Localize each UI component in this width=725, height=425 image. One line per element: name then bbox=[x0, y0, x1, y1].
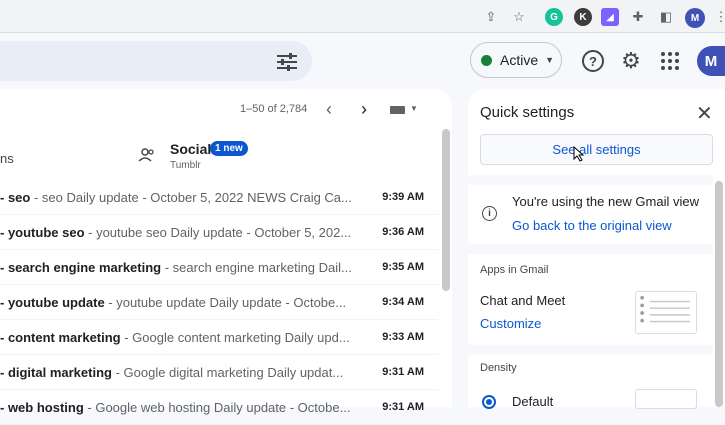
mail-scrollbar[interactable] bbox=[442, 129, 450, 291]
star-icon[interactable]: ☆ bbox=[510, 8, 528, 26]
section-divider bbox=[468, 175, 713, 185]
older-page-button[interactable]: › bbox=[361, 99, 367, 120]
extension-k-icon[interactable]: K bbox=[574, 8, 592, 26]
email-snippet: - Google digital marketing Daily updat..… bbox=[111, 364, 344, 380]
email-snippet: - search engine marketing Dail... bbox=[161, 259, 352, 275]
table-row[interactable]: - youtube seo - youtube seo Daily update… bbox=[0, 215, 438, 250]
chat-meet-label: Chat and Meet bbox=[480, 293, 566, 308]
email-snippet: - youtube update Daily update - Octobe..… bbox=[104, 294, 347, 310]
email-time: 9:36 AM bbox=[382, 226, 424, 238]
email-sender: - content marketing bbox=[0, 329, 121, 345]
newer-page-button[interactable]: ‹ bbox=[326, 99, 332, 120]
mouse-cursor-icon bbox=[573, 146, 585, 162]
table-row[interactable]: - content marketing - Google content mar… bbox=[0, 320, 438, 355]
see-all-settings-button[interactable]: See all settings bbox=[480, 134, 713, 165]
table-row[interactable]: - digital marketing - Google digital mar… bbox=[0, 355, 438, 390]
quick-settings-panel: Quick settings ✕ See all settings i You'… bbox=[468, 89, 725, 409]
table-row[interactable]: - seo - seo Daily update - October 5, 20… bbox=[0, 180, 438, 215]
section-divider bbox=[468, 244, 713, 254]
email-sender: - web hosting bbox=[0, 399, 84, 415]
email-time: 9:31 AM bbox=[382, 366, 424, 378]
google-apps-icon[interactable] bbox=[659, 50, 681, 72]
new-count-badge: 1 new bbox=[210, 141, 248, 156]
keyboard-icon[interactable] bbox=[390, 106, 405, 114]
apps-in-gmail-header: Apps in Gmail bbox=[480, 264, 549, 276]
grammarly-icon[interactable]: G bbox=[545, 8, 563, 26]
close-icon[interactable]: ✕ bbox=[696, 101, 713, 126]
email-snippet: - Google web hosting Daily update - Octo… bbox=[83, 399, 351, 415]
email-time: 9:33 AM bbox=[382, 331, 424, 343]
status-dropdown[interactable]: Active ▼ bbox=[470, 42, 562, 78]
status-label: Active bbox=[500, 52, 539, 68]
social-tab-sender: Tumblr bbox=[170, 160, 201, 171]
customize-link[interactable]: Customize bbox=[480, 316, 541, 331]
search-input[interactable] bbox=[0, 41, 312, 81]
table-row[interactable]: - search engine marketing - search engin… bbox=[0, 250, 438, 285]
email-time: 9:39 AM bbox=[382, 191, 424, 203]
search-options-icon[interactable] bbox=[276, 53, 298, 71]
share-icon[interactable]: ⇪ bbox=[482, 8, 500, 26]
chevron-down-icon: ▼ bbox=[545, 55, 555, 65]
chevron-down-icon[interactable]: ▼ bbox=[410, 104, 418, 113]
email-sender: - search engine marketing bbox=[0, 259, 162, 275]
gear-icon[interactable]: ⚙ bbox=[620, 48, 642, 73]
browser-toolbar: ⇪ ☆ G K ◢ ✚ ◧ M ⋮ bbox=[0, 0, 725, 33]
email-time: 9:35 AM bbox=[382, 261, 424, 273]
quick-settings-scrollbar[interactable] bbox=[715, 181, 723, 407]
table-row[interactable]: - web hosting - Google web hosting Daily… bbox=[0, 390, 438, 425]
gmail-view-notice: You're using the new Gmail view bbox=[512, 194, 699, 209]
email-snippet: - seo Daily update - October 5, 2022 NEW… bbox=[30, 189, 352, 205]
email-snippet: - youtube seo Daily update - October 5, … bbox=[84, 224, 352, 240]
section-divider bbox=[468, 345, 713, 355]
info-icon: i bbox=[482, 206, 497, 221]
tab-social[interactable]: Social bbox=[170, 141, 211, 157]
account-avatar[interactable]: M bbox=[697, 46, 725, 76]
original-view-link[interactable]: Go back to the original view bbox=[512, 218, 672, 233]
help-icon[interactable]: ? bbox=[582, 50, 604, 72]
email-sender: - youtube update bbox=[0, 294, 105, 310]
table-row[interactable]: - youtube update - youtube update Daily … bbox=[0, 285, 438, 320]
email-time: 9:34 AM bbox=[382, 296, 424, 308]
tab-promotions-fragment[interactable]: ns bbox=[0, 151, 14, 166]
active-status-dot bbox=[481, 54, 492, 66]
extension-purple-icon[interactable]: ◢ bbox=[601, 8, 619, 26]
email-sender: - youtube seo bbox=[0, 224, 85, 240]
layout-preview-image bbox=[635, 291, 697, 334]
puzzle-icon[interactable]: ✚ bbox=[629, 8, 647, 26]
gmail-header: Active ▼ ? ⚙ M bbox=[0, 33, 725, 89]
email-time: 9:31 AM bbox=[382, 401, 424, 413]
mail-list-panel: 1–50 of 2,784 ‹ › ▼ ns Social 1 new Tumb… bbox=[0, 89, 452, 425]
profile-avatar[interactable]: M bbox=[685, 8, 705, 28]
density-header: Density bbox=[480, 362, 517, 374]
social-people-icon bbox=[138, 148, 154, 162]
menu-dots-icon[interactable]: ⋮ bbox=[712, 8, 725, 26]
email-snippet: - Google content marketing Daily upd... bbox=[120, 329, 350, 345]
density-preview-image bbox=[635, 389, 697, 409]
pagination-count: 1–50 of 2,784 bbox=[240, 103, 308, 115]
sidepanel-icon[interactable]: ◧ bbox=[657, 8, 675, 26]
quick-settings-title: Quick settings bbox=[480, 104, 575, 121]
email-sender: - seo bbox=[0, 189, 31, 205]
email-sender: - digital marketing bbox=[0, 364, 112, 380]
